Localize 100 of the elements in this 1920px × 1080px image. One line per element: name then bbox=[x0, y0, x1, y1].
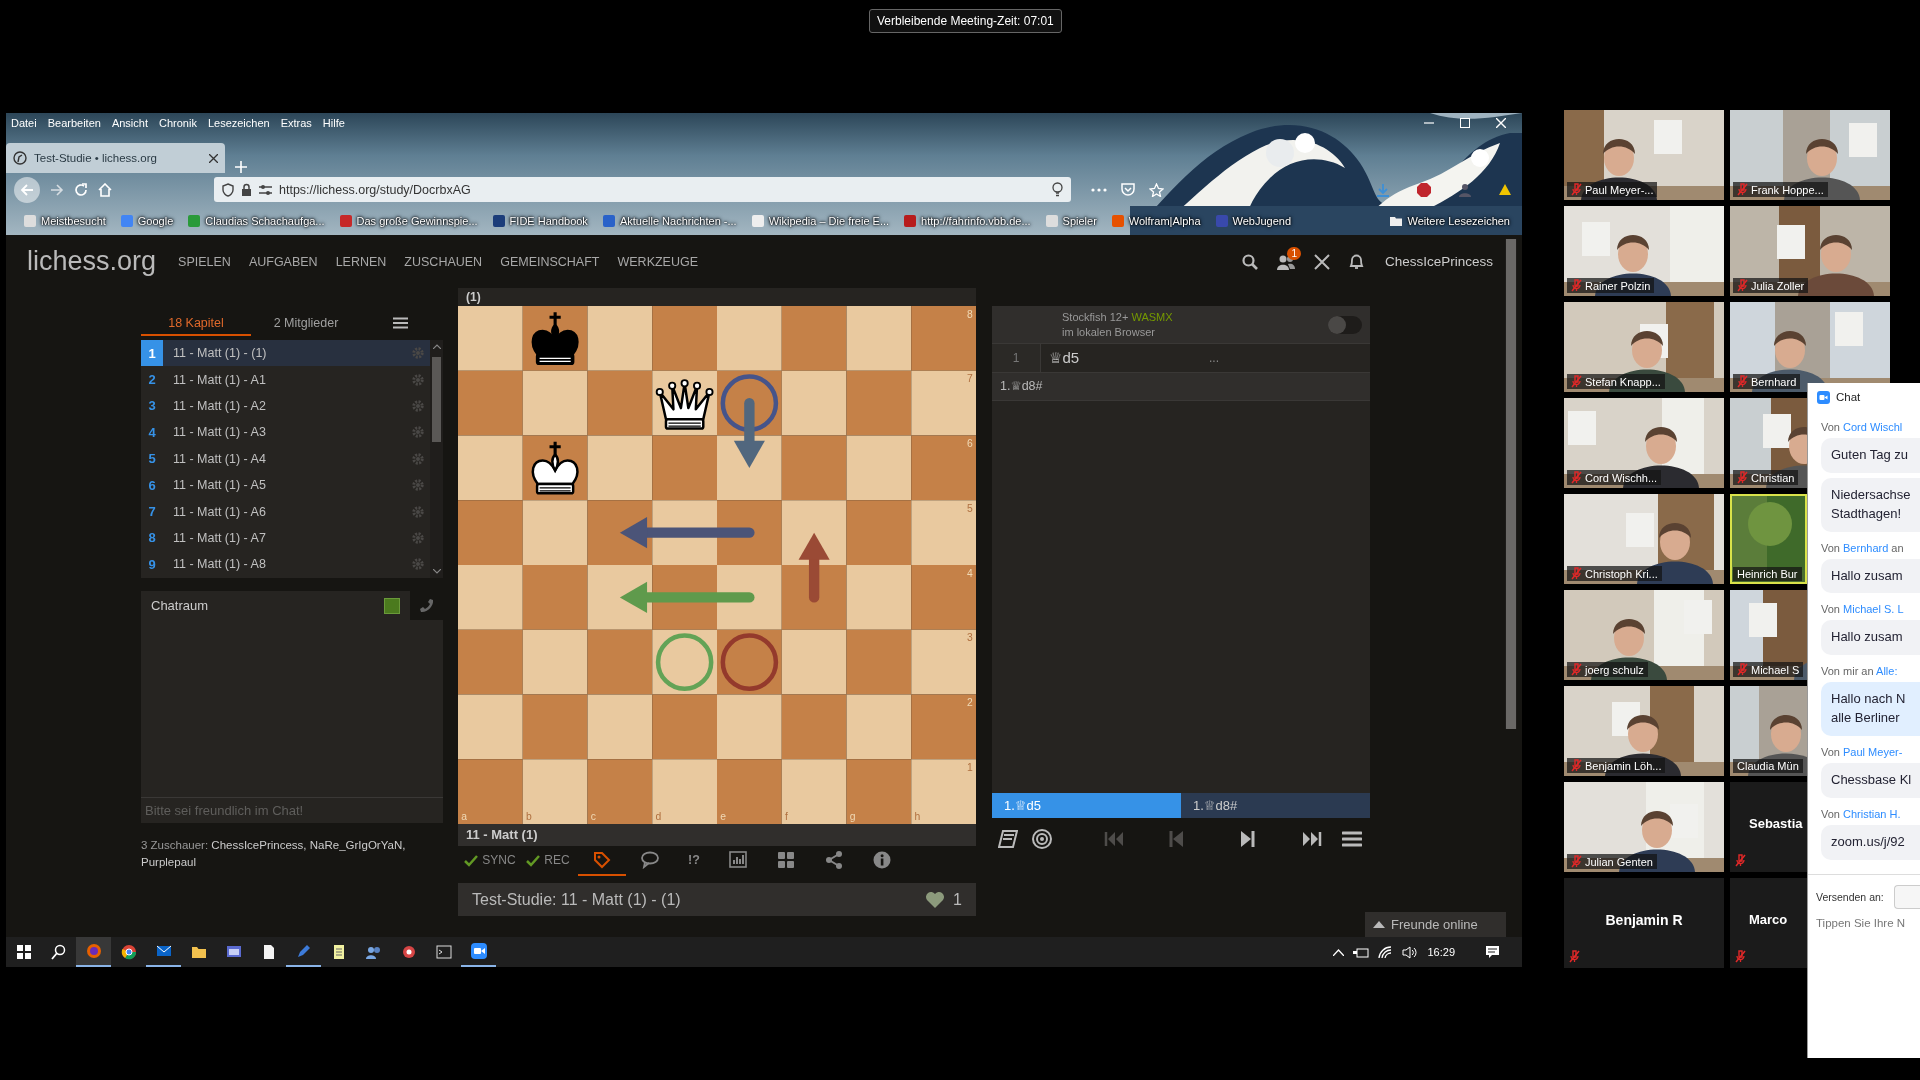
mail-icon[interactable] bbox=[155, 943, 172, 959]
bell-icon[interactable] bbox=[1348, 253, 1364, 270]
swords-icon[interactable] bbox=[1313, 253, 1330, 270]
move[interactable]: ♕d5 bbox=[1041, 349, 1209, 367]
pen-icon[interactable] bbox=[295, 943, 312, 959]
menu-item[interactable]: Lesezeichen bbox=[207, 116, 270, 129]
move-tab[interactable]: 1.♕d8# bbox=[1181, 793, 1370, 818]
gear-icon[interactable] bbox=[412, 399, 424, 412]
notification-icon[interactable] bbox=[1485, 945, 1500, 959]
menu-item[interactable]: Chronik bbox=[159, 116, 197, 129]
game-icon[interactable] bbox=[400, 944, 417, 960]
menu-icon[interactable] bbox=[393, 317, 408, 329]
next-icon[interactable] bbox=[1238, 829, 1258, 849]
scrollbar[interactable] bbox=[1505, 239, 1517, 729]
toggle-checkbox[interactable] bbox=[384, 597, 400, 614]
chapter-item[interactable]: 8 11 - Matt (1) - A7 bbox=[141, 524, 430, 552]
chapter-item[interactable]: 7 11 - Matt (1) - A6 bbox=[141, 498, 430, 525]
study-tab[interactable]: 2 Mitglieder bbox=[251, 312, 361, 336]
chapter-item[interactable]: 6 11 - Matt (1) - A5 bbox=[141, 471, 430, 499]
battery-icon[interactable] bbox=[1353, 946, 1370, 958]
user-link[interactable]: ChessIcePrincess bbox=[1384, 254, 1493, 269]
caret-up-icon[interactable] bbox=[1333, 948, 1345, 956]
people-icon[interactable] bbox=[365, 944, 382, 960]
gear-icon[interactable] bbox=[412, 347, 424, 360]
chapter-item[interactable]: 1 11 - Matt (1) - (1) bbox=[141, 340, 430, 367]
menu-item[interactable]: Datei bbox=[11, 116, 37, 129]
scrollbar[interactable] bbox=[430, 340, 443, 578]
gear-icon[interactable] bbox=[412, 531, 424, 544]
friends-button[interactable]: Freunde online bbox=[1365, 912, 1506, 937]
chapter-item[interactable]: 5 11 - Matt (1) - A4 bbox=[141, 445, 430, 472]
gear-icon[interactable] bbox=[412, 373, 424, 386]
last-icon[interactable] bbox=[1302, 829, 1322, 849]
video-call-icon[interactable] bbox=[470, 943, 487, 959]
terminal-icon[interactable] bbox=[435, 944, 452, 960]
book-icon[interactable] bbox=[998, 829, 1018, 849]
address-field[interactable]: https://lichess.org/study/DocrbxAG bbox=[214, 177, 1071, 202]
gear-icon[interactable] bbox=[412, 558, 424, 571]
gear-icon[interactable] bbox=[412, 505, 424, 518]
study-tab[interactable]: 18 Kapitel bbox=[141, 312, 251, 336]
engine-toggle[interactable] bbox=[1328, 315, 1362, 334]
star-icon[interactable] bbox=[1149, 182, 1164, 197]
bulb-icon[interactable] bbox=[1052, 182, 1063, 197]
target-icon[interactable] bbox=[1032, 829, 1052, 849]
pocket-icon[interactable] bbox=[1121, 183, 1135, 196]
folder-icon[interactable] bbox=[190, 944, 207, 960]
site-icon bbox=[602, 214, 615, 227]
octagon-icon[interactable] bbox=[1416, 181, 1432, 198]
home-icon[interactable] bbox=[98, 182, 112, 197]
recipient-dropdown[interactable] bbox=[1893, 884, 1920, 909]
menu-item[interactable]: Hilfe bbox=[322, 116, 345, 129]
browser-tab[interactable]: Test-Studie • lichess.org bbox=[6, 143, 225, 173]
close-icon[interactable] bbox=[209, 153, 218, 163]
gear-icon[interactable] bbox=[412, 479, 424, 492]
queen-piece[interactable] bbox=[655, 379, 714, 430]
sender-name[interactable]: Cord Wischl bbox=[1843, 421, 1903, 433]
bookmark[interactable]: Wolfram|Alpha bbox=[1111, 214, 1201, 227]
clock[interactable]: 16:29 bbox=[1427, 946, 1455, 958]
nav-link[interactable]: AUFGABEN bbox=[239, 254, 327, 269]
nav-link[interactable]: SPIELEN bbox=[169, 254, 240, 269]
king-piece[interactable] bbox=[531, 440, 579, 495]
nav-link[interactable]: GEMEINSCHAFT bbox=[491, 254, 609, 269]
new-tab-icon[interactable] bbox=[235, 161, 247, 173]
arrow-right-icon[interactable] bbox=[50, 183, 64, 196]
menu-item[interactable]: Ansicht bbox=[111, 116, 148, 129]
bookmark[interactable]: Weitere Lesezeichen bbox=[1390, 214, 1522, 227]
nav-link[interactable]: LERNEN bbox=[326, 254, 396, 269]
windows-icon[interactable] bbox=[15, 944, 32, 960]
site-logo[interactable]: lichess.org bbox=[27, 246, 157, 277]
sync-tool[interactable]: SYNC bbox=[462, 846, 518, 876]
menu-item[interactable]: Bearbeiten bbox=[47, 116, 101, 129]
king-piece[interactable] bbox=[531, 310, 579, 366]
chapter-item[interactable]: 9 11 - Matt (1) - A8 bbox=[141, 551, 430, 578]
heart-icon[interactable] bbox=[925, 891, 946, 908]
gear-icon[interactable] bbox=[412, 452, 424, 465]
sender-name[interactable]: Paul Meyer- bbox=[1843, 745, 1903, 758]
nav-link[interactable]: ZUSCHAUEN bbox=[395, 254, 492, 269]
window-icon[interactable] bbox=[225, 944, 242, 960]
rec-tool[interactable]: REC bbox=[518, 846, 578, 876]
gear-icon[interactable] bbox=[412, 426, 424, 439]
menu-item[interactable]: Extras bbox=[280, 116, 312, 129]
bookmark[interactable]: WebJugend bbox=[1215, 214, 1292, 227]
menu-icon[interactable] bbox=[1342, 829, 1362, 849]
variation-move[interactable]: 1.♕d8# bbox=[992, 372, 1370, 401]
search-icon[interactable] bbox=[50, 944, 67, 960]
chapter-item[interactable]: 2 11 - Matt (1) - A1 bbox=[141, 366, 430, 393]
chapter-item[interactable]: 3 11 - Matt (1) - A2 bbox=[141, 392, 430, 420]
person-icon[interactable] bbox=[1458, 182, 1472, 197]
maximize-icon[interactable] bbox=[1460, 117, 1470, 128]
search-icon[interactable] bbox=[1241, 253, 1258, 270]
back-button[interactable] bbox=[14, 176, 40, 203]
chapter-item[interactable]: 4 11 - Matt (1) - A3 bbox=[141, 419, 430, 446]
warning-icon[interactable] bbox=[1498, 183, 1512, 196]
nav-link[interactable]: WERKZEUGE bbox=[608, 254, 708, 269]
wifi-icon[interactable] bbox=[1378, 945, 1394, 959]
speaker-icon[interactable] bbox=[1402, 945, 1419, 959]
glyphs-tool[interactable]: !? bbox=[674, 846, 714, 876]
chapter-title: 11 - Matt (1) - A8 bbox=[172, 557, 267, 572]
reload-icon[interactable] bbox=[74, 182, 88, 197]
browser-icon[interactable] bbox=[120, 944, 137, 960]
more-icon[interactable] bbox=[1091, 187, 1107, 192]
